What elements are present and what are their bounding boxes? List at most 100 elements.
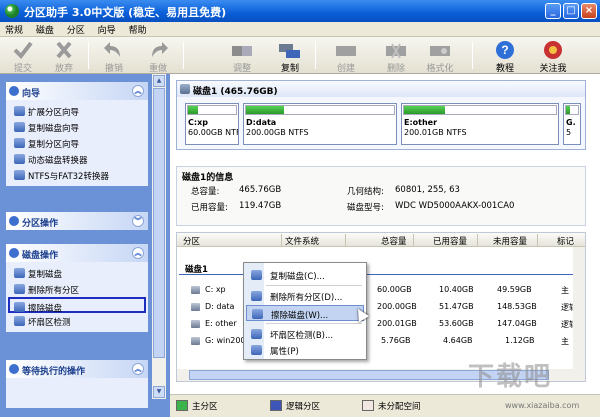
sidebar-item-ntfs-fat32[interactable]: NTFS与FAT32转换器 bbox=[6, 167, 148, 183]
menu-help[interactable]: 帮助 bbox=[124, 22, 152, 37]
scroll-down-icon[interactable]: ▼ bbox=[153, 386, 165, 398]
sidebar-item-extend-wizard[interactable]: 扩展分区向导 bbox=[6, 103, 148, 119]
partition-icon bbox=[9, 216, 19, 226]
follow-button[interactable]: 关注我 bbox=[530, 39, 576, 74]
bad-sector-icon bbox=[14, 316, 25, 326]
col-flag[interactable]: 标记 bbox=[557, 235, 574, 247]
resize-icon bbox=[232, 46, 252, 56]
menu-bar: 常规 磁盘 分区 向导 帮助 bbox=[0, 22, 600, 37]
ctx-delete-all-partitions[interactable]: 删除所有分区(D)... bbox=[246, 288, 364, 304]
col-free[interactable]: 未用容量 bbox=[493, 235, 527, 247]
collapse-chevron-icon[interactable]: ︽ bbox=[132, 247, 144, 259]
check-icon bbox=[13, 41, 33, 60]
commit-button[interactable]: 提交 bbox=[3, 39, 43, 74]
sidebar-item-copy-disk-wizard[interactable]: 复制磁盘向导 bbox=[6, 119, 148, 135]
ctx-wipe-disk[interactable]: 擦除磁盘(W)... bbox=[246, 305, 364, 321]
table-header: 分区 文件系统 总容量 已用容量 未用容量 标记 bbox=[177, 233, 585, 247]
pending-ops-header[interactable]: 等待执行的操作 ︽ bbox=[6, 360, 148, 378]
watermark-logo: 下载吧 bbox=[468, 362, 553, 392]
wizard-panel: 向导 ︽ 扩展分区向导 复制磁盘向导 复制分区向导 动态磁盘转换器 NTFS与F… bbox=[6, 82, 148, 186]
menu-wizard[interactable]: 向导 bbox=[93, 22, 121, 37]
partition-block-d[interactable]: D:data 200.00GB NTFS bbox=[243, 103, 397, 145]
ctx-bad-sector-check[interactable]: 坏扇区检测(B)... bbox=[246, 326, 364, 342]
col-used[interactable]: 已用容量 bbox=[433, 235, 467, 247]
partition-ops-header[interactable]: 分区操作 ︾ bbox=[6, 212, 148, 230]
window-title: 分区助手 3.0中文版 (稳定、易用且免费) bbox=[24, 6, 227, 19]
toolbar-separator bbox=[88, 42, 89, 69]
format-button[interactable]: 格式化 bbox=[420, 39, 460, 74]
partition-block-c[interactable]: C:xp 60.00GB NTFS bbox=[185, 103, 239, 145]
col-partition[interactable]: 分区 bbox=[183, 235, 200, 247]
drive-icon bbox=[191, 303, 200, 311]
legend-swatch bbox=[176, 400, 188, 411]
delete-partitions-icon bbox=[251, 291, 262, 301]
partition-block-e[interactable]: E:other 200.01GB NTFS bbox=[401, 103, 559, 145]
scroll-up-icon[interactable]: ▲ bbox=[153, 75, 165, 87]
table-row[interactable]: E: other 200.01GB 53.60GB 147.04GB 逻辑 bbox=[177, 317, 585, 331]
legend-swatch bbox=[362, 400, 374, 411]
extend-icon bbox=[14, 106, 25, 116]
app-logo-icon bbox=[5, 4, 19, 18]
col-filesystem[interactable]: 文件系统 bbox=[285, 235, 319, 247]
ctx-properties[interactable]: 属性(P) bbox=[246, 342, 364, 358]
sidebar-item-dynamic-disk[interactable]: 动态磁盘转换器 bbox=[6, 151, 148, 167]
discard-button[interactable]: 放弃 bbox=[44, 39, 84, 74]
disk-icon bbox=[9, 248, 19, 258]
legend-swatch bbox=[270, 400, 282, 411]
used-capacity-label: 已用容量: bbox=[191, 203, 228, 213]
sidebar-item-wipe-disk[interactable]: 擦除磁盘 bbox=[8, 297, 146, 314]
delete-icon bbox=[386, 43, 406, 59]
copy-disk-icon bbox=[14, 122, 25, 132]
properties-icon bbox=[251, 345, 262, 355]
collapse-chevron-icon[interactable]: ︽ bbox=[132, 363, 144, 375]
copy-button[interactable]: 复制 bbox=[270, 39, 310, 74]
sidebar-item-delete-all-partitions[interactable]: 删除所有分区 bbox=[6, 281, 148, 297]
toolbar-separator bbox=[183, 42, 184, 69]
sidebar-item-copy-partition-wizard[interactable]: 复制分区向导 bbox=[6, 135, 148, 151]
menu-partition[interactable]: 分区 bbox=[62, 22, 90, 37]
wizard-panel-header[interactable]: 向导 ︽ bbox=[6, 82, 148, 100]
total-capacity-value: 465.76GB bbox=[239, 185, 282, 195]
undo-button[interactable]: 撤销 bbox=[94, 39, 134, 74]
expand-chevron-icon[interactable]: ︾ bbox=[132, 215, 144, 227]
geometry-value: 60801, 255, 63 bbox=[395, 185, 460, 195]
left-pane-scrollbar[interactable]: ▲ ▼ bbox=[152, 74, 166, 399]
table-vertical-scrollbar[interactable] bbox=[573, 247, 585, 371]
scroll-thumb[interactable] bbox=[153, 88, 165, 358]
table-row[interactable]: C: xp 60.00GB 10.40GB 49.59GB 主 bbox=[177, 283, 585, 297]
maximize-button[interactable]: □ bbox=[563, 3, 579, 19]
disk-ops-header[interactable]: 磁盘操作 ︽ bbox=[6, 244, 148, 262]
sidebar-item-bad-sector-check[interactable]: 坏扇区检测 bbox=[6, 313, 148, 329]
tutorial-button[interactable]: ? 教程 bbox=[485, 39, 525, 74]
collapse-chevron-icon[interactable]: ︽ bbox=[132, 85, 144, 97]
title-bar: 分区助手 3.0中文版 (稳定、易用且免费) _ □ × bbox=[0, 0, 600, 22]
disk-info-panel: 磁盘1的信息 总容量: 465.76GB 已用容量: 119.47GB 几何结构… bbox=[176, 166, 586, 226]
table-row[interactable]: G: win200 5.76GB 4.64GB 1.12GB 主 bbox=[177, 334, 585, 348]
svg-text:?: ? bbox=[501, 43, 508, 57]
pending-ops-panel: 等待执行的操作 ︽ bbox=[6, 360, 148, 408]
delete-partitions-icon bbox=[14, 284, 25, 294]
close-button[interactable]: × bbox=[581, 3, 597, 19]
resize-button[interactable]: 调整 bbox=[222, 39, 262, 74]
table-row[interactable]: D: data 200.00GB 51.47GB 148.53GB 逻辑 bbox=[177, 300, 585, 314]
toolbar: 提交 放弃 撤销 重做 调整 复制 创建 删除 格式化 ? 教程 关注我 bbox=[0, 37, 600, 74]
minimize-button[interactable]: _ bbox=[545, 3, 561, 19]
sidebar-item-copy-disk[interactable]: 复制磁盘 bbox=[6, 265, 148, 281]
ctx-copy-disk[interactable]: 复制磁盘(C)... bbox=[246, 267, 364, 283]
watermark-url: www.xiazaiba.com bbox=[505, 401, 580, 410]
used-capacity-value: 119.47GB bbox=[239, 201, 282, 211]
wipe-disk-icon bbox=[252, 309, 263, 319]
menu-disk[interactable]: 磁盘 bbox=[31, 22, 59, 37]
drive-icon bbox=[191, 337, 200, 345]
disk-map[interactable]: 磁盘1 (465.76GB) C:xp 60.00GB NTFS D:data … bbox=[176, 80, 586, 150]
redo-button[interactable]: 重做 bbox=[138, 39, 178, 74]
disk-group-row[interactable]: 磁盘1 bbox=[179, 261, 583, 275]
col-total[interactable]: 总容量 bbox=[381, 235, 407, 247]
partition-usage-bar bbox=[246, 106, 285, 114]
menu-general[interactable]: 常规 bbox=[0, 22, 28, 37]
partition-block-g[interactable]: G. 5 bbox=[563, 103, 581, 145]
legend-unallocated: 未分配空间 bbox=[362, 400, 421, 412]
delete-button[interactable]: 删除 bbox=[376, 39, 416, 74]
create-button[interactable]: 创建 bbox=[326, 39, 366, 74]
copy-disk-icon bbox=[251, 270, 262, 280]
